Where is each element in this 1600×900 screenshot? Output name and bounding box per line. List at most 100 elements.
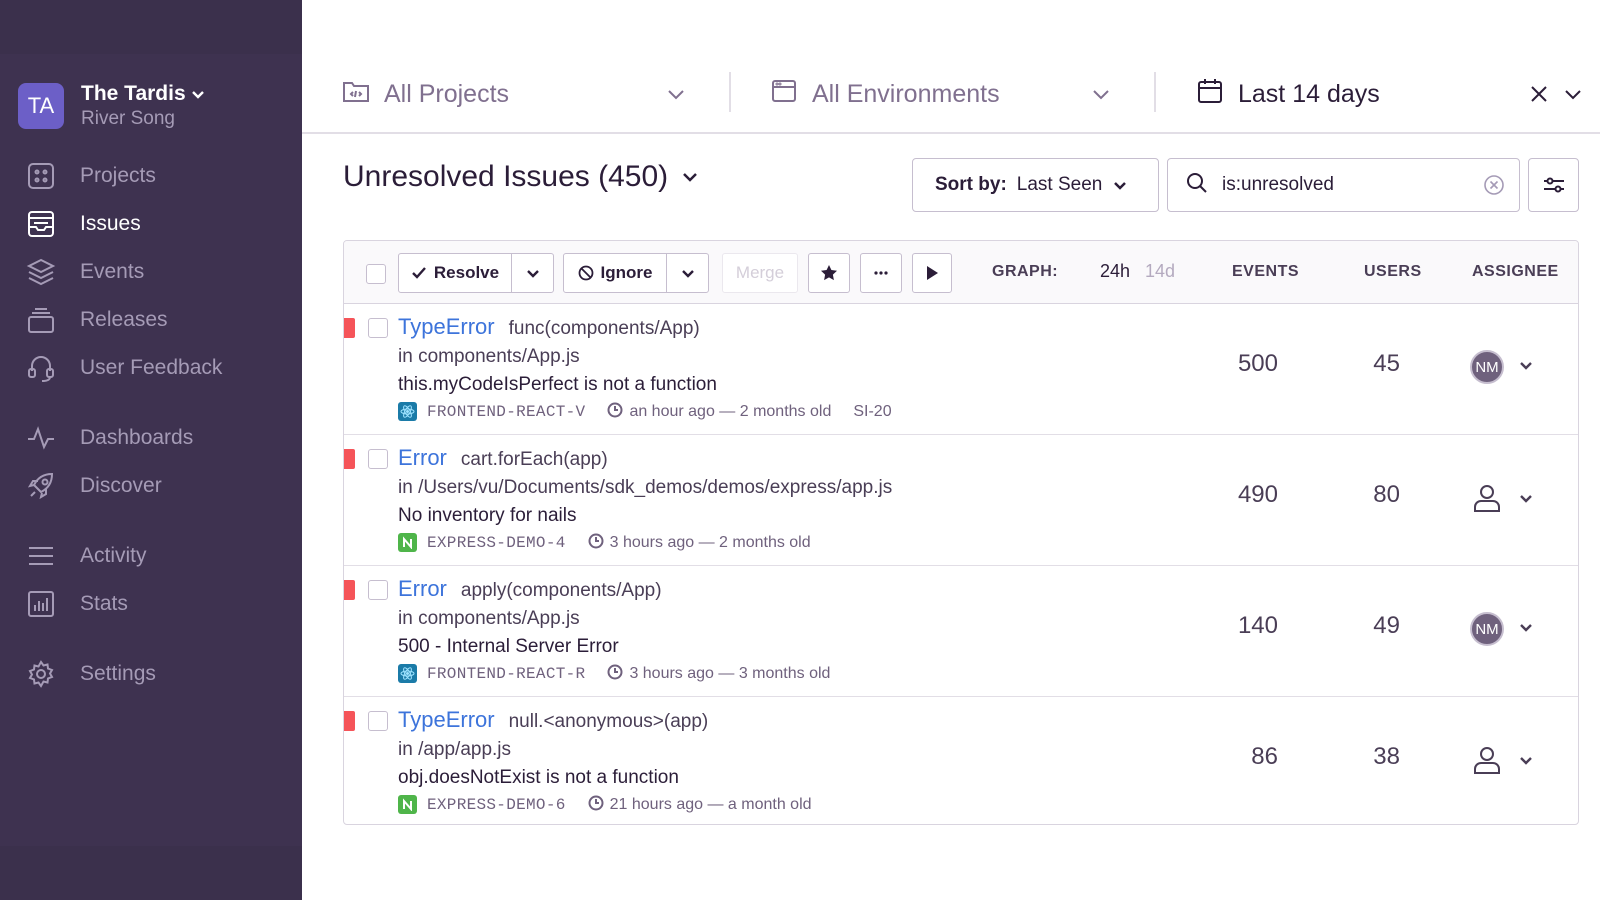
issue-row[interactable]: Error cart.forEach(app) in /Users/vu/Doc… xyxy=(344,435,1578,566)
merge-label: Merge xyxy=(735,263,785,282)
window-icon xyxy=(770,77,798,112)
sidebar-item-label: Issues xyxy=(80,212,141,235)
sidebar-item-dashboards[interactable]: Dashboards xyxy=(26,420,193,456)
project-short-name[interactable]: EXPRESS-DEMO-6 xyxy=(427,796,566,814)
graph-option-14d[interactable]: 14d xyxy=(1145,261,1175,282)
sidebar-item-events[interactable]: Events xyxy=(26,254,144,290)
issue-events-count: 500 xyxy=(1237,350,1278,377)
issue-location: in components/App.js xyxy=(398,346,580,367)
graph-option-24h[interactable]: 24h xyxy=(1100,261,1130,282)
sidebar-item-settings[interactable]: Settings xyxy=(26,656,156,692)
chevron-down-icon xyxy=(526,270,539,278)
filter-divider xyxy=(1154,72,1156,112)
page-title-text: Unresolved Issues (450) xyxy=(343,160,669,193)
issue-checkbox[interactable] xyxy=(368,580,388,600)
page-title[interactable]: Unresolved Issues (450) xyxy=(343,160,700,194)
org-name: The Tardis xyxy=(81,82,206,106)
sidebar-bottom-cap xyxy=(0,846,302,900)
chevron-down-icon xyxy=(1504,357,1534,378)
project-short-name[interactable]: FRONTEND-REACT-V xyxy=(427,403,585,421)
issue-users-count: 45 xyxy=(1373,350,1400,377)
environment-selector-label: All Environments xyxy=(812,79,1000,108)
react-icon xyxy=(398,402,417,421)
issue-checkbox[interactable] xyxy=(368,449,388,469)
user-icon xyxy=(1470,743,1504,782)
sidebar-item-stats[interactable]: Stats xyxy=(26,586,128,622)
clock-icon xyxy=(607,402,629,421)
events-column-header: EVENTS xyxy=(1232,263,1300,280)
issues-icon xyxy=(26,209,56,239)
sidebar-item-issues[interactable]: Issues xyxy=(26,206,141,242)
project-short-name[interactable]: FRONTEND-REACT-R xyxy=(427,665,585,683)
clear-search-icon[interactable] xyxy=(1483,174,1505,201)
clock-icon xyxy=(588,533,610,552)
issue-title-link[interactable]: TypeError xyxy=(398,707,495,733)
assignee-selector[interactable] xyxy=(1470,743,1534,782)
issue-row[interactable]: Error apply(components/App) in component… xyxy=(344,566,1578,697)
issue-row[interactable]: TypeError func(components/App) in compon… xyxy=(344,304,1578,435)
issue-events-count: 140 xyxy=(1237,612,1278,639)
search-settings-button[interactable] xyxy=(1528,158,1579,212)
resolve-button[interactable]: Resolve xyxy=(398,253,512,293)
sidebar-item-label: Projects xyxy=(80,164,156,187)
ellipsis-icon xyxy=(874,271,888,275)
issue-checkbox[interactable] xyxy=(368,318,388,338)
chevron-down-icon[interactable] xyxy=(1562,83,1584,112)
menu-lines-icon xyxy=(26,541,56,571)
graph-label: GRAPH: xyxy=(992,263,1059,280)
sidebar-item-label: Settings xyxy=(80,662,156,685)
time-range-label: Last 14 days xyxy=(1238,79,1380,108)
sliders-icon xyxy=(1543,177,1564,193)
issue-title-link[interactable]: TypeError xyxy=(398,314,495,340)
releases-icon xyxy=(26,305,56,335)
assignee-selector[interactable] xyxy=(1470,481,1534,520)
sidebar-item-user-feedback[interactable]: User Feedback xyxy=(26,350,222,386)
issue-message: this.myCodeIsPerfect is not a function xyxy=(398,374,717,395)
issue-events-count: 86 xyxy=(1251,743,1278,770)
ignore-button[interactable]: Ignore xyxy=(563,253,667,293)
sidebar-item-discover[interactable]: Discover xyxy=(26,468,162,504)
environment-selector[interactable]: All Environments xyxy=(770,54,1112,134)
sort-dropdown[interactable]: Sort by: Last Seen xyxy=(912,158,1159,212)
gear-icon xyxy=(26,659,56,689)
project-selector[interactable]: All Projects xyxy=(342,54,687,134)
time-range-selector[interactable]: Last 14 days xyxy=(1196,54,1584,134)
assignee-selector[interactable]: NM xyxy=(1470,612,1534,646)
chevron-down-icon xyxy=(683,173,698,182)
ignore-dropdown-button[interactable] xyxy=(666,253,709,293)
project-short-name[interactable]: EXPRESS-DEMO-4 xyxy=(427,534,566,552)
issue-row[interactable]: TypeError null.<anonymous>(app) in /app/… xyxy=(344,697,1578,824)
bookmark-button[interactable] xyxy=(808,253,850,293)
org-switcher[interactable]: TA The Tardis River Song xyxy=(18,82,206,130)
ignore-label: Ignore xyxy=(600,263,653,282)
projects-icon xyxy=(26,161,56,191)
resolve-label: Resolve xyxy=(433,263,500,282)
sidebar-item-activity[interactable]: Activity xyxy=(26,538,147,574)
issue-title-link[interactable]: Error xyxy=(398,576,447,602)
play-icon xyxy=(927,266,938,280)
calendar-icon xyxy=(1196,77,1224,112)
search-icon xyxy=(1186,172,1208,199)
clock-icon xyxy=(607,664,629,683)
search-bar[interactable] xyxy=(1167,158,1520,212)
user-icon xyxy=(1470,481,1504,520)
merge-button[interactable]: Merge xyxy=(722,253,798,293)
assignee-selector[interactable]: NM xyxy=(1470,350,1534,384)
sidebar: TA The Tardis River Song Projects Issues… xyxy=(0,0,302,900)
issue-time: 3 hours ago — 3 months old xyxy=(629,664,831,682)
issue-title-link[interactable]: Error xyxy=(398,445,447,471)
realtime-play-button[interactable] xyxy=(912,253,952,293)
project-selector-label: All Projects xyxy=(384,79,510,108)
issue-location: in components/App.js xyxy=(398,608,580,629)
search-input[interactable] xyxy=(1222,174,1472,196)
close-icon[interactable] xyxy=(1528,83,1550,112)
sidebar-item-releases[interactable]: Releases xyxy=(26,302,168,338)
select-all-checkbox[interactable] xyxy=(366,264,386,284)
node-icon xyxy=(398,533,417,552)
issue-users-count: 80 xyxy=(1373,481,1400,508)
rocket-icon xyxy=(26,471,56,501)
issue-checkbox[interactable] xyxy=(368,711,388,731)
sidebar-item-projects[interactable]: Projects xyxy=(26,158,156,194)
more-actions-button[interactable] xyxy=(860,253,902,293)
resolve-dropdown-button[interactable] xyxy=(511,253,554,293)
